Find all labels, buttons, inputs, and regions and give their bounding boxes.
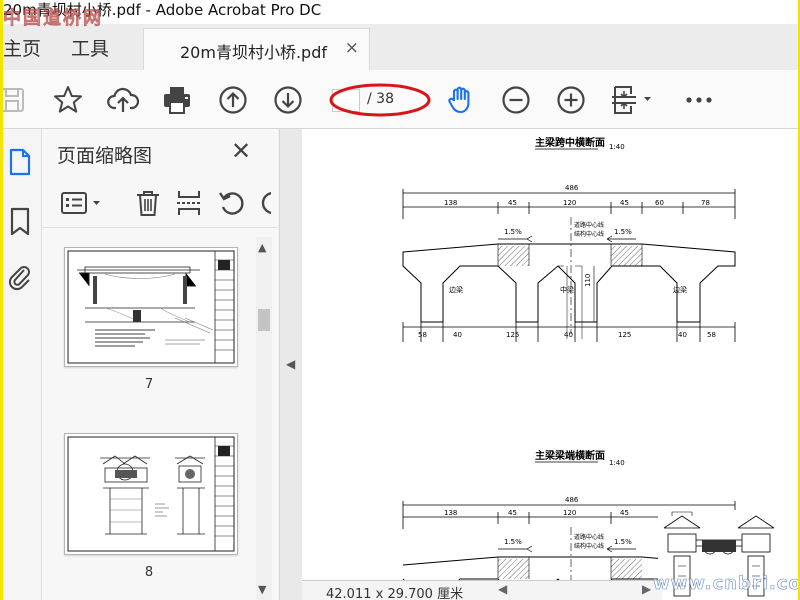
tab-document[interactable]: 20m青坝村小桥.pdf × (143, 28, 370, 71)
rotate-clockwise-icon[interactable] (259, 189, 271, 217)
tab-bar: 主页 工具 20m青坝村小桥.pdf × (3, 24, 798, 71)
drawing-1-title: 主梁跨中横断面 (535, 136, 605, 149)
next-page-icon[interactable] (272, 84, 304, 116)
bookmarks-icon[interactable] (7, 207, 33, 237)
delete-icon[interactable] (134, 189, 162, 217)
collapse-panel-arrow[interactable]: ◀ (286, 357, 295, 371)
dimension-label: 125 (618, 331, 631, 339)
centerline-label-structure: 结构中心线 (574, 230, 604, 238)
centerline-label-road: 道路中心线 (574, 221, 604, 229)
panel-splitter[interactable]: ◀ (279, 129, 303, 600)
close-panel-button[interactable]: ✕ (231, 137, 251, 165)
panel-title: 页面缩略图 (57, 145, 153, 167)
height-dimension: 110 (584, 274, 592, 287)
left-navigation-pane (3, 129, 42, 600)
scroll-right-arrow[interactable]: ▶ (642, 582, 651, 596)
page-number-input[interactable] (332, 89, 360, 112)
dimension-label: 45 (620, 509, 629, 517)
window-title: 20m青坝村小桥.pdf - Adobe Acrobat Pro DC (3, 1, 322, 19)
options-menu-icon[interactable] (60, 189, 106, 217)
scrollbar-thumb[interactable] (258, 309, 270, 331)
beam-label-left: 边梁 (449, 285, 463, 294)
page-thumbnail-7[interactable] (64, 247, 238, 367)
hand-tool-icon[interactable] (445, 84, 477, 116)
fit-page-icon[interactable] (610, 84, 654, 116)
drawing-2-total-width: 486 (565, 496, 579, 504)
beam-label-middle: 中梁 (560, 285, 574, 294)
thumbnail-scrollbar[interactable]: ▲ ▼ (256, 237, 272, 600)
drawing-1-total-width: 486 (565, 184, 579, 192)
dimension-label: 120 (563, 199, 576, 207)
rotate-icon[interactable] (218, 189, 246, 217)
previous-page-icon[interactable] (217, 84, 249, 116)
star-icon[interactable] (52, 84, 84, 116)
cloud-upload-icon[interactable] (107, 84, 140, 116)
save-icon[interactable] (3, 84, 29, 116)
dimension-label: 58 (418, 331, 427, 339)
beam-label-right: 边梁 (673, 285, 687, 294)
scroll-up-arrow[interactable]: ▲ (258, 241, 266, 254)
thumbnail-page-number: 8 (144, 565, 154, 580)
tab-home[interactable]: 主页 (3, 34, 41, 61)
thumbnail-list: 7 8 (42, 237, 256, 600)
page-thumbnails-icon[interactable] (7, 147, 33, 177)
document-view[interactable]: 主梁跨中横断面 1:40 486 138 45 120 45 60 78 道路中… (302, 129, 798, 600)
document-tab-label: 20m青坝村小桥.pdf (180, 43, 327, 62)
zoom-out-icon[interactable] (500, 84, 532, 116)
dimension-label: 40 (564, 331, 573, 339)
acrobat-window: 20m青坝村小桥.pdf - Adobe Acrobat Pro DC 主页 工… (3, 0, 798, 600)
title-bar: 20m青坝村小桥.pdf - Adobe Acrobat Pro DC (3, 0, 798, 24)
document-status-bar: 42.011 x 29.700 厘米 ◀ ▶ (302, 580, 662, 600)
page-size-label: 42.011 x 29.700 厘米 (326, 587, 464, 600)
toolbar: / 38 (3, 70, 798, 129)
dimension-label: 125 (506, 331, 519, 339)
slope-right: 1.5% (614, 538, 632, 546)
tab-tools[interactable]: 工具 (71, 34, 109, 61)
thumbnail-page-number: 7 (144, 377, 154, 392)
drawing-2-scale: 1:40 (609, 459, 625, 467)
dimension-label: 40 (678, 331, 687, 339)
page-thumbnail-8[interactable] (64, 433, 238, 555)
slope-right: 1.5% (614, 228, 632, 236)
attachments-icon[interactable] (7, 261, 33, 291)
dimension-label: 78 (701, 199, 710, 207)
slope-left: 1.5% (504, 538, 522, 546)
dimension-label: 120 (563, 509, 576, 517)
scroll-down-arrow[interactable]: ▼ (258, 583, 266, 596)
insert-page-icon[interactable] (175, 189, 203, 217)
drawing-1-scale: 1:40 (609, 143, 625, 151)
print-icon[interactable] (161, 84, 193, 116)
slope-left: 1.5% (504, 228, 522, 236)
overview-inset-drawing (658, 510, 790, 600)
thumbnail-toolbar (42, 179, 278, 228)
dimension-label: 45 (508, 199, 517, 207)
dimension-label: 60 (655, 199, 664, 207)
drawing-2-title: 主梁梁端横断面 (535, 449, 605, 462)
dimension-label: 138 (444, 509, 457, 517)
close-tab-button[interactable]: × (345, 38, 359, 58)
centerline-label-road: 道路中心线 (574, 533, 604, 541)
centerline-label-structure: 结构中心线 (574, 542, 604, 550)
more-icon[interactable] (683, 84, 715, 116)
dimension-label: 138 (444, 199, 457, 207)
thumbnails-panel: 页面缩略图 ✕ 7 8 ▲ ▼ (42, 129, 278, 600)
dimension-label: 45 (508, 509, 517, 517)
dimension-label: 45 (620, 199, 629, 207)
dimension-label: 40 (453, 331, 462, 339)
dimension-label: 58 (707, 331, 716, 339)
total-pages-label: / 38 (367, 91, 394, 107)
zoom-in-icon[interactable] (555, 84, 587, 116)
scroll-left-arrow[interactable]: ◀ (498, 582, 507, 596)
